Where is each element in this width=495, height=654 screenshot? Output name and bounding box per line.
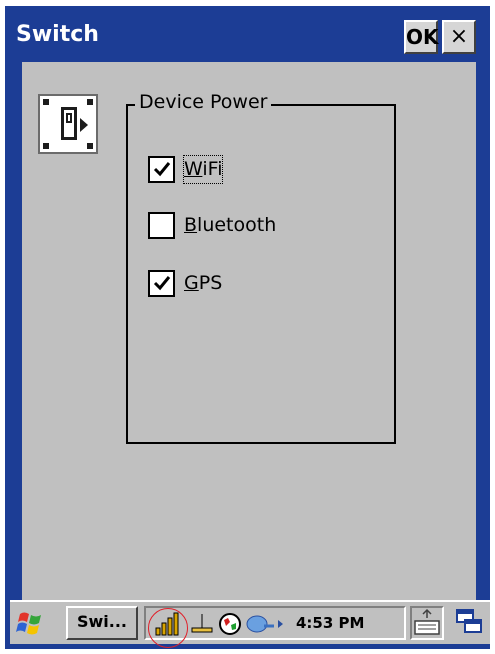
bluetooth-checkbox-box[interactable] <box>148 212 175 239</box>
gps-label: GPS <box>184 272 223 294</box>
dialog-body: Device Power WiFi Bluetooth GPS <box>22 62 476 600</box>
windows-start-icon[interactable] <box>14 606 52 640</box>
switch-app-icon <box>38 94 98 154</box>
close-button[interactable]: × <box>442 20 476 54</box>
globe-icon[interactable] <box>218 612 242 640</box>
keyboard-icon[interactable] <box>410 606 444 640</box>
device-power-label: Device Power <box>135 91 272 113</box>
gps-checkbox-box[interactable] <box>148 270 175 297</box>
device-power-group: Device Power WiFi Bluetooth GPS <box>126 91 396 444</box>
highlight-circle <box>148 608 188 648</box>
activesync-icon[interactable] <box>246 612 284 640</box>
bluetooth-label: Bluetooth <box>184 214 277 236</box>
switch-task-button[interactable]: Swi... <box>66 606 138 640</box>
taskbar: Swi... 4:53 PM <box>10 600 490 644</box>
desktop-switch-icon[interactable] <box>454 606 486 640</box>
title-bar: Switch OK × <box>10 14 476 62</box>
window-title: Switch <box>16 22 99 47</box>
wifi-checkbox-box[interactable] <box>148 156 175 183</box>
network-connection-icon[interactable] <box>190 612 214 640</box>
wifi-label: WiFi <box>182 155 224 184</box>
ok-button[interactable]: OK <box>404 20 439 54</box>
clock[interactable]: 4:53 PM <box>296 614 364 632</box>
